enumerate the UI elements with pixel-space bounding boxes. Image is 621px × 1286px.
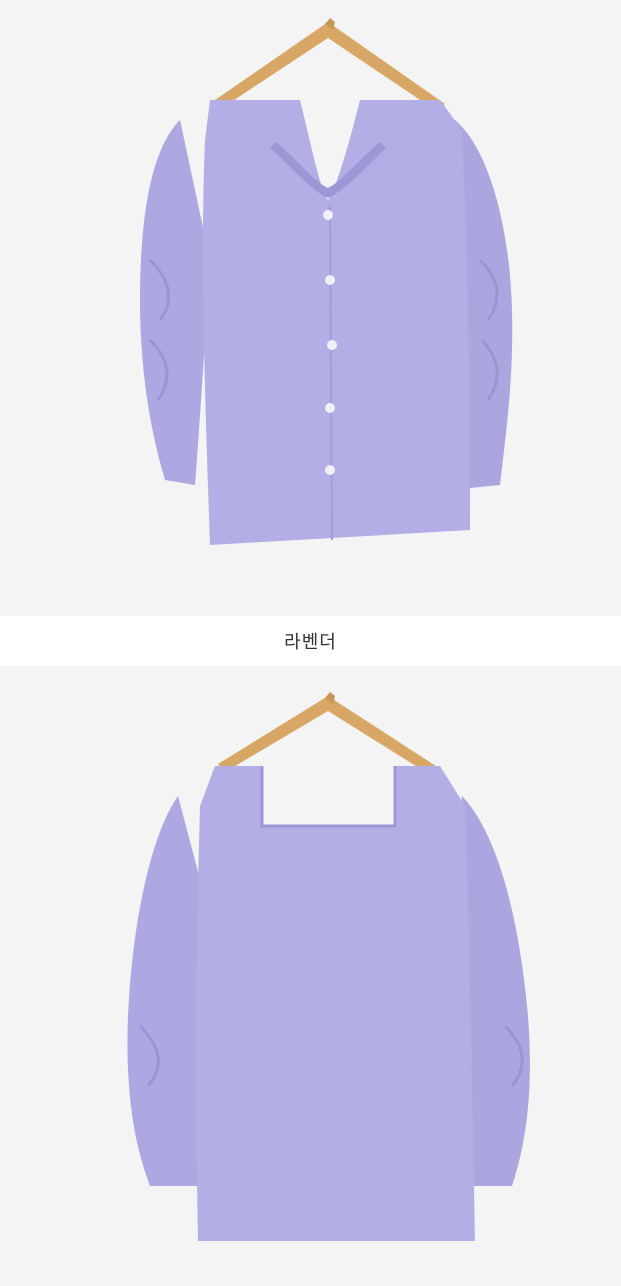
- product-photo-front: [0, 0, 621, 616]
- product-photo-back: [0, 666, 621, 1286]
- caption-band: 라벤더: [0, 616, 621, 666]
- blouse-back-image: [127, 766, 530, 1241]
- color-name-caption: 라벤더: [284, 632, 337, 653]
